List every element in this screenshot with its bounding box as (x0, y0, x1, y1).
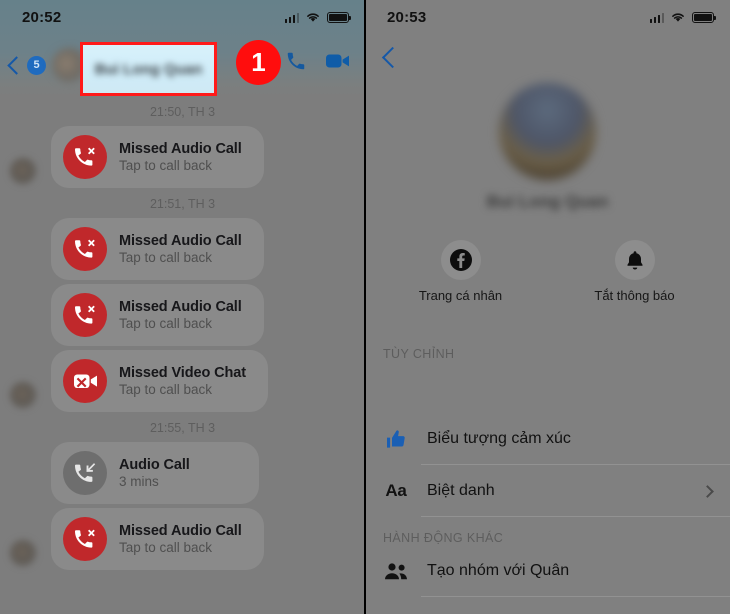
action-tat-thong-bao[interactable]: Tắt thông báo (580, 240, 690, 303)
annotation-badge-1: 1 (236, 40, 281, 85)
panel-divider (364, 0, 366, 614)
profile-avatar[interactable] (499, 83, 596, 180)
menu-item-label: Tạo nhóm với Quân (427, 562, 570, 579)
call-bubble[interactable]: Audio Call 3 mins (51, 442, 259, 504)
aa-text-icon: Aa (383, 481, 409, 501)
thumbs-up-icon (383, 428, 409, 450)
missed-audio-call-icon (63, 227, 107, 271)
call-bubble-text: Missed Audio Call Tap to call back (119, 523, 242, 555)
call-title: Missed Audio Call (119, 141, 242, 157)
signal-bars-icon (649, 12, 664, 23)
call-bubble-text: Missed Audio Call Tap to call back (119, 141, 242, 173)
action-icon-wrap (440, 240, 481, 280)
group-people-icon (383, 561, 409, 581)
message-row[interactable]: Missed Audio Call Tap to call back (0, 508, 365, 570)
call-subtitle: Tap to call back (119, 250, 213, 265)
status-icons (284, 11, 351, 23)
chat-navigation-bar: 5 Bui Long Quan (0, 36, 365, 96)
call-bubble-text: Audio Call 3 mins (119, 457, 190, 489)
wifi-icon (672, 13, 684, 22)
missed-audio-call-icon (63, 293, 107, 337)
phone-icon[interactable] (285, 50, 307, 72)
battery-icon (692, 12, 716, 23)
message-row[interactable]: Missed Audio Call Tap to call back (0, 284, 365, 346)
menu-item[interactable]: Biểu tượng cảm xúc (365, 413, 730, 465)
left-phone-screen: 20:52 5 Bui Long Quan 21:50, TH 3 Missed… (0, 0, 365, 614)
call-subtitle: 3 mins (119, 474, 159, 489)
profile-actions: Trang cá nhân Tắt thông báo (365, 240, 730, 303)
section-header: TÙY CHỈNH (383, 347, 455, 361)
chat-action-icons (285, 50, 351, 72)
profile-header: Bui Long Quan (365, 83, 730, 212)
call-bubble[interactable]: Missed Audio Call Tap to call back (51, 284, 264, 346)
message-timestamp: 21:51, TH 3 (149, 197, 216, 211)
audio-call-icon (63, 451, 107, 495)
call-subtitle: Tap to call back (119, 316, 213, 331)
call-bubble[interactable]: Missed Video Chat Tap to call back (51, 350, 268, 412)
settings-menu: TÙY CHỈNHChủ đềBiểu tượng cảm xúcAaBiệt … (365, 333, 730, 597)
call-title: Missed Audio Call (119, 299, 242, 315)
status-time: 20:53 (387, 8, 427, 26)
action-icon-wrap (614, 240, 655, 280)
call-bubble-text: Missed Audio Call Tap to call back (119, 299, 242, 331)
message-timestamp: 21:55, TH 3 (149, 421, 216, 435)
right-phone-screen: 20:53 Bui Long Quan Trang cá nhân Tắt th… (365, 0, 730, 614)
aa-text-icon: Aa (385, 481, 407, 500)
message-list[interactable]: 21:50, TH 3 Missed Audio Call Tap to call … (0, 96, 365, 574)
message-row[interactable]: Missed Audio Call Tap to call back (0, 126, 365, 188)
menu-item-label: Biệt danh (427, 482, 495, 499)
signal-bars-icon (284, 12, 299, 23)
action-label: Trang cá nhân (418, 288, 503, 303)
call-bubble-text: Missed Video Chat Tap to call back (119, 365, 246, 397)
menu-item[interactable]: Aa Biệt danh (365, 465, 730, 517)
section-header: HÀNH ĐỘNG KHÁC (383, 531, 504, 545)
status-icons (649, 11, 716, 23)
missed-audio-call-icon (63, 517, 107, 561)
bell-icon (626, 250, 643, 269)
sender-avatar (10, 540, 36, 566)
chevron-right-icon (701, 484, 714, 498)
action-label: Tắt thông báo (594, 288, 675, 303)
left-status-bar: 20:52 (0, 0, 365, 34)
call-subtitle: Tap to call back (119, 540, 213, 555)
menu-item[interactable]: Tạo nhóm với Quân (365, 545, 730, 597)
status-time: 20:52 (22, 8, 62, 26)
chat-title-text: Bui Long Quan (94, 60, 203, 78)
action-trang-ca-nhan[interactable]: Trang cá nhân (406, 240, 516, 303)
call-title: Audio Call (119, 457, 190, 473)
back-button[interactable]: 5 (6, 55, 46, 75)
call-bubble[interactable]: Missed Audio Call Tap to call back (51, 126, 264, 188)
right-status-bar: 20:53 (365, 0, 730, 34)
call-title: Missed Audio Call (119, 233, 242, 249)
screenshot-root: 20:52 5 Bui Long Quan 21:50, TH 3 Missed… (0, 0, 730, 614)
sender-avatar (10, 158, 36, 184)
sender-avatar (10, 382, 36, 408)
facebook-icon (449, 249, 472, 271)
video-camera-icon[interactable] (325, 51, 351, 71)
call-title: Missed Audio Call (119, 523, 242, 539)
message-timestamp: 21:50, TH 3 (149, 105, 216, 119)
call-bubble[interactable]: Missed Audio Call Tap to call back (51, 218, 264, 280)
chevron-left-icon (381, 46, 404, 69)
message-row[interactable]: Missed Audio Call Tap to call back (0, 218, 365, 280)
message-row[interactable]: Audio Call 3 mins (0, 442, 365, 504)
unread-count-badge: 5 (27, 55, 46, 75)
call-subtitle: Tap to call back (119, 382, 213, 397)
menu-item-label: Biểu tượng cảm xúc (427, 430, 571, 447)
call-bubble[interactable]: Missed Audio Call Tap to call back (51, 508, 264, 570)
call-bubble-text: Missed Audio Call Tap to call back (119, 233, 242, 265)
missed-audio-call-icon (63, 135, 107, 179)
missed-video-chat-icon (63, 359, 107, 403)
battery-icon (327, 12, 351, 23)
menu-separator (421, 516, 730, 517)
call-title: Missed Video Chat (119, 365, 246, 381)
profile-name: Bui Long Quan (486, 192, 609, 211)
call-subtitle: Tap to call back (119, 158, 213, 173)
back-button[interactable] (381, 46, 404, 69)
chevron-left-icon (7, 55, 26, 75)
message-row[interactable]: Missed Video Chat Tap to call back (0, 350, 365, 412)
wifi-icon (307, 13, 319, 22)
chat-title-highlight[interactable]: Bui Long Quan (80, 42, 217, 96)
menu-separator (421, 596, 730, 597)
